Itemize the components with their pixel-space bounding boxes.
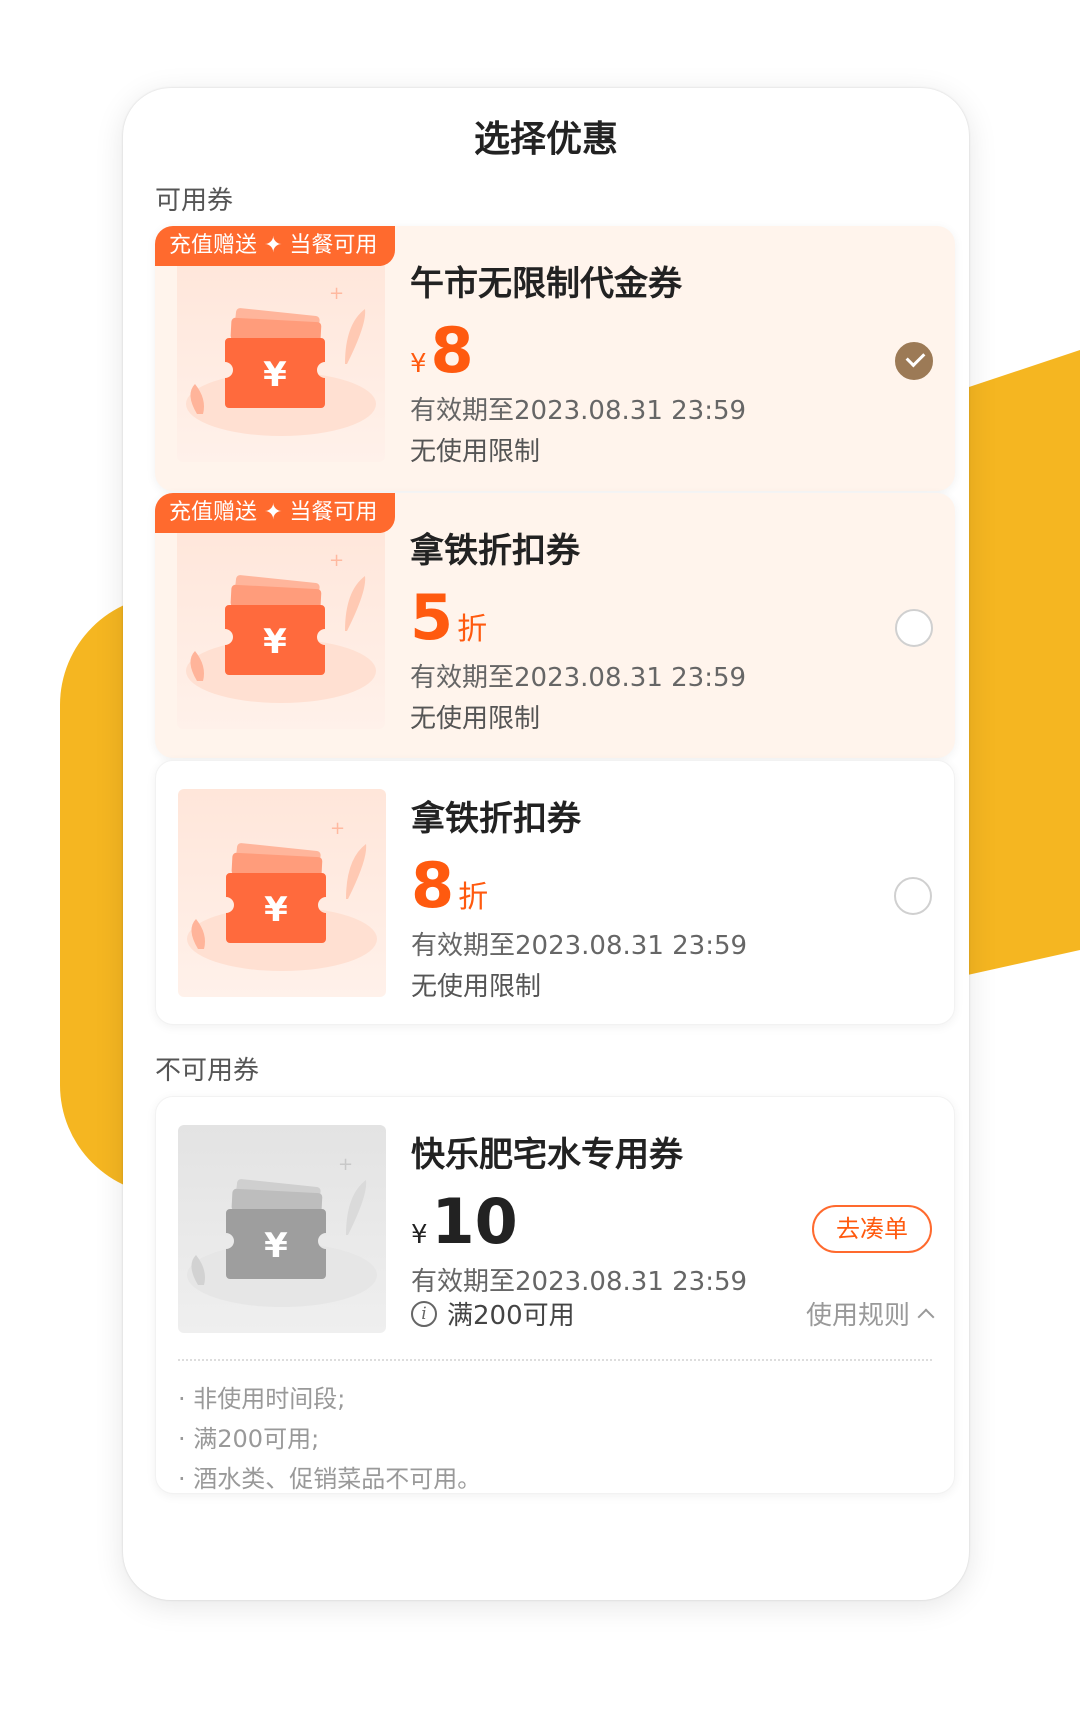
svg-text:+: + bbox=[329, 283, 344, 304]
svg-text:+: + bbox=[329, 550, 344, 571]
svg-text:¥: ¥ bbox=[263, 355, 287, 395]
wallet-yen-icon: + ¥ bbox=[178, 1125, 386, 1333]
coupon-tag: 充值赠送 ✦ 当餐可用 bbox=[155, 226, 396, 266]
coupon-selector-panel: 选择优惠 可用券 + ¥ 充值赠送 ✦ 当餐可用 午市无限制代金券 ¥8 有效期… bbox=[123, 88, 969, 1600]
usage-rules-list: 非使用时间段; 满200可用; 酒水类、促销菜品不可用。 bbox=[178, 1379, 481, 1493]
info-icon: i bbox=[411, 1300, 437, 1327]
coupon-radio-checked[interactable] bbox=[895, 342, 933, 380]
coupon-expiry: 有效期至2023.08.31 23:59 bbox=[410, 396, 747, 426]
currency-symbol: ¥ bbox=[411, 1220, 428, 1250]
stage: 选择优惠 可用券 + ¥ 充值赠送 ✦ 当餐可用 午市无限制代金券 ¥8 有效期… bbox=[0, 0, 1080, 1716]
unavailable-section-label: 不可用券 bbox=[155, 1056, 260, 1086]
wallet-yen-icon: + ¥ bbox=[177, 254, 385, 462]
usage-rules-toggle[interactable]: 使用规则 bbox=[805, 1295, 935, 1332]
add-items-button[interactable]: 去凑单 bbox=[812, 1205, 932, 1253]
amount-unit: 折 bbox=[458, 880, 489, 915]
coupon-tag: 充值赠送 ✦ 当餐可用 bbox=[155, 493, 396, 533]
amount-value: 8 bbox=[411, 849, 455, 922]
amount-value: 10 bbox=[431, 1185, 518, 1258]
rule-item: 酒水类、促销菜品不可用。 bbox=[178, 1459, 481, 1493]
coupon-title: 午市无限制代金券 bbox=[410, 264, 682, 304]
coupon-expiry: 有效期至2023.08.31 23:59 bbox=[411, 931, 748, 961]
usage-rules-label: 使用规则 bbox=[805, 1301, 910, 1331]
coupon-title: 拿铁折扣券 bbox=[411, 799, 581, 839]
available-section-label: 可用券 bbox=[155, 186, 234, 216]
svg-text:¥: ¥ bbox=[264, 890, 288, 930]
coupon-amount: ¥10 bbox=[411, 1185, 518, 1258]
coupon-amount: 5折 bbox=[410, 581, 487, 654]
wallet-yen-icon: + ¥ bbox=[178, 789, 386, 997]
chevron-up-icon bbox=[917, 1308, 935, 1325]
svg-text:¥: ¥ bbox=[263, 622, 287, 662]
coupon-expiry: 有效期至2023.08.31 23:59 bbox=[410, 663, 747, 693]
coupon-radio[interactable] bbox=[894, 877, 932, 915]
coupon-card[interactable]: + ¥ 拿铁折扣券 8折 有效期至2023.08.31 23:59 无使用限制 bbox=[155, 760, 955, 1025]
currency-symbol: ¥ bbox=[410, 349, 427, 379]
amount-value: 8 bbox=[430, 314, 474, 387]
svg-text:¥: ¥ bbox=[264, 1226, 288, 1266]
coupon-amount: ¥8 bbox=[410, 314, 474, 387]
coupon-limit: 无使用限制 bbox=[410, 704, 541, 734]
coupon-card[interactable]: + ¥ 充值赠送 ✦ 当餐可用 午市无限制代金券 ¥8 有效期至2023.08.… bbox=[155, 226, 955, 491]
divider bbox=[178, 1359, 932, 1361]
coupon-limit: 无使用限制 bbox=[410, 437, 541, 467]
svg-text:+: + bbox=[338, 1154, 353, 1175]
coupon-title: 快乐肥宅水专用券 bbox=[411, 1135, 683, 1175]
page-title: 选择优惠 bbox=[473, 119, 618, 160]
coupon-radio[interactable] bbox=[895, 609, 933, 647]
coupon-condition: i 满200可用 bbox=[411, 1295, 575, 1332]
unavailable-coupon-card: + ¥ 快乐肥宅水专用券 ¥10 有效期至2023.08.31 23:59 i … bbox=[155, 1096, 955, 1494]
amount-value: 5 bbox=[410, 581, 454, 654]
coupon-amount: 8折 bbox=[411, 849, 488, 922]
coupon-title: 拿铁折扣券 bbox=[410, 531, 580, 571]
condition-text: 满200可用 bbox=[447, 1301, 575, 1331]
coupon-limit: 无使用限制 bbox=[411, 972, 542, 1002]
amount-unit: 折 bbox=[457, 612, 488, 647]
rule-item: 非使用时间段; bbox=[178, 1379, 481, 1419]
wallet-yen-icon: + ¥ bbox=[177, 521, 385, 729]
coupon-expiry: 有效期至2023.08.31 23:59 bbox=[411, 1267, 748, 1297]
coupon-card[interactable]: + ¥ 充值赠送 ✦ 当餐可用 拿铁折扣券 5折 有效期至2023.08.31 … bbox=[155, 493, 955, 758]
rule-item: 满200可用; bbox=[178, 1419, 481, 1459]
svg-text:+: + bbox=[330, 818, 345, 839]
